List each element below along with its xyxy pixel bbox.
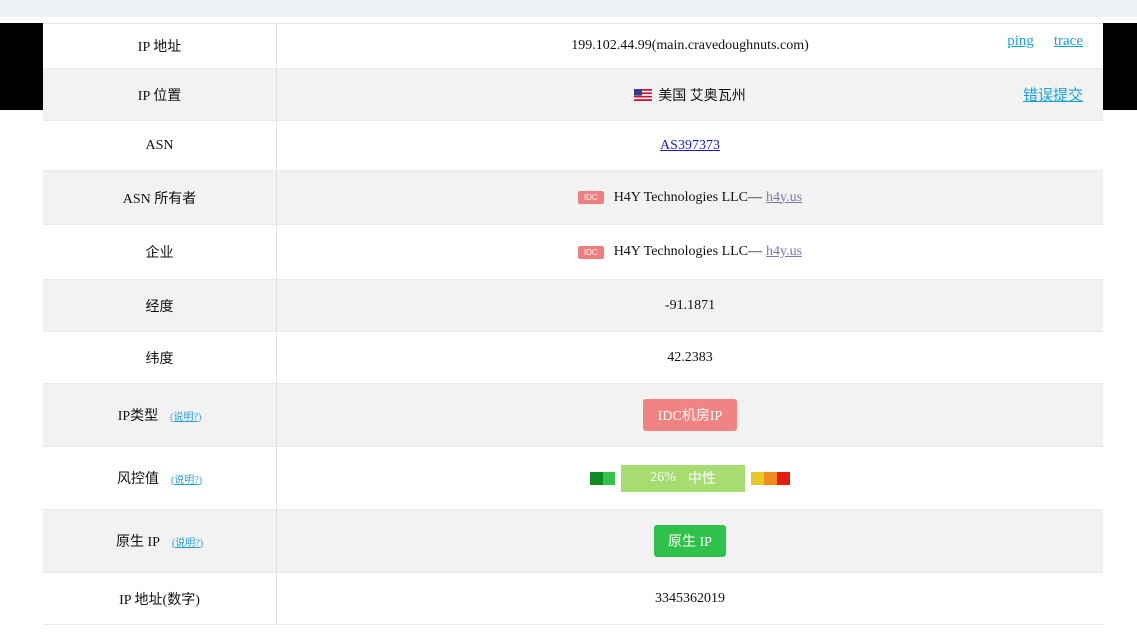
idc-badge: IDC bbox=[577, 191, 604, 204]
asn-label: ASN bbox=[43, 121, 277, 170]
company-domain-link[interactable]: h4y.us bbox=[766, 244, 802, 260]
idc-badge: IDC bbox=[577, 245, 604, 259]
ip-address-label: IP 地址 bbox=[43, 24, 277, 68]
risk-cell: 26% 中性 bbox=[277, 447, 1103, 509]
native-ip-cell: 原生 IP bbox=[277, 510, 1103, 572]
risk-meter: 26% 中性 bbox=[590, 464, 790, 492]
ip-type-label: IP类型 bbox=[117, 409, 159, 424]
asn-owner-value: H4Y Technologies LLC— bbox=[613, 189, 763, 205]
longitude-label: 经度 bbox=[43, 280, 277, 331]
row-ip-type: IP类型 (说明?) IDC机房IP bbox=[43, 384, 1103, 447]
risk-seg-very-low bbox=[590, 471, 603, 485]
ip-location-label: IP 位置 bbox=[43, 69, 277, 120]
risk-seg-low bbox=[603, 471, 615, 485]
risk-seg-high bbox=[764, 471, 777, 485]
row-ip-numeric: IP 地址(数字) 3345362019 bbox=[43, 573, 1103, 625]
risk-seg-very-high bbox=[777, 471, 790, 485]
row-ip-address: IP 地址 199.102.44.99(main.cravedoughnuts.… bbox=[43, 24, 1103, 69]
risk-label-cell: 风控值 (说明?) bbox=[43, 447, 277, 509]
error-report-link[interactable]: 错误提交 bbox=[1023, 84, 1083, 105]
ip-numeric-label: IP 地址(数字) bbox=[43, 573, 277, 624]
asn-owner-domain-link[interactable]: h4y.us bbox=[766, 190, 802, 206]
asn-link[interactable]: AS397373 bbox=[660, 138, 720, 154]
us-flag-icon bbox=[634, 88, 653, 101]
native-ip-badge: 原生 IP bbox=[654, 525, 726, 557]
ip-type-badge: IDC机房IP bbox=[642, 399, 738, 431]
latitude-value: 42.2383 bbox=[667, 349, 713, 365]
ip-numeric-value: 3345362019 bbox=[655, 590, 725, 606]
right-black-block bbox=[1103, 23, 1137, 110]
risk-label: 风控值 bbox=[116, 472, 159, 487]
asn-cell: AS397373 bbox=[277, 121, 1103, 170]
row-company: 企业 IDC H4Y Technologies LLC— h4y.us bbox=[43, 225, 1103, 280]
ip-info-table: IP 地址 199.102.44.99(main.cravedoughnuts.… bbox=[43, 23, 1103, 625]
risk-seg-medium bbox=[751, 471, 764, 485]
top-bar bbox=[0, 0, 1137, 17]
ping-link[interactable]: ping bbox=[1007, 33, 1034, 50]
company-label: 企业 bbox=[43, 225, 277, 279]
trace-link[interactable]: trace bbox=[1054, 33, 1083, 50]
row-native-ip: 原生 IP (说明?) 原生 IP bbox=[43, 510, 1103, 573]
row-asn: ASN AS397373 bbox=[43, 121, 1103, 171]
ip-address-value: 199.102.44.99(main.cravedoughnuts.com) bbox=[571, 38, 809, 53]
company-cell: IDC H4Y Technologies LLC— h4y.us bbox=[277, 225, 1103, 279]
asn-owner-label: ASN 所有者 bbox=[43, 171, 277, 224]
row-ip-location: IP 位置 美国 艾奥瓦州 错误提交 bbox=[43, 69, 1103, 121]
row-longitude: 经度 -91.1871 bbox=[43, 280, 1103, 332]
ip-type-help-link[interactable]: (说明?) bbox=[170, 408, 201, 423]
native-ip-help-link[interactable]: (说明?) bbox=[172, 534, 203, 549]
native-ip-label-cell: 原生 IP (说明?) bbox=[43, 510, 277, 572]
ip-type-cell: IDC机房IP bbox=[277, 384, 1103, 446]
left-black-block bbox=[0, 23, 43, 110]
asn-owner-cell: IDC H4Y Technologies LLC— h4y.us bbox=[277, 171, 1103, 224]
ip-tools: ping trace bbox=[1007, 33, 1083, 50]
row-risk-score: 风控值 (说明?) 26% 中性 bbox=[43, 447, 1103, 510]
risk-current: 26% 中性 bbox=[621, 464, 745, 492]
native-ip-label: 原生 IP bbox=[115, 535, 160, 550]
risk-percent: 26% bbox=[650, 470, 676, 485]
risk-level: 中性 bbox=[687, 472, 716, 487]
company-value: H4Y Technologies LLC— bbox=[613, 244, 763, 259]
ip-location-cell: 美国 艾奥瓦州 错误提交 bbox=[277, 69, 1103, 120]
row-asn-owner: ASN 所有者 IDC H4Y Technologies LLC— h4y.us bbox=[43, 171, 1103, 225]
ip-type-label-cell: IP类型 (说明?) bbox=[43, 384, 277, 446]
risk-help-link[interactable]: (说明?) bbox=[171, 471, 202, 486]
ip-location-value: 美国 艾奥瓦州 bbox=[658, 88, 746, 104]
latitude-label: 纬度 bbox=[43, 332, 277, 383]
longitude-value: -91.1871 bbox=[664, 297, 716, 313]
ip-address-cell: 199.102.44.99(main.cravedoughnuts.com) p… bbox=[277, 24, 1103, 68]
row-latitude: 纬度 42.2383 bbox=[43, 332, 1103, 384]
